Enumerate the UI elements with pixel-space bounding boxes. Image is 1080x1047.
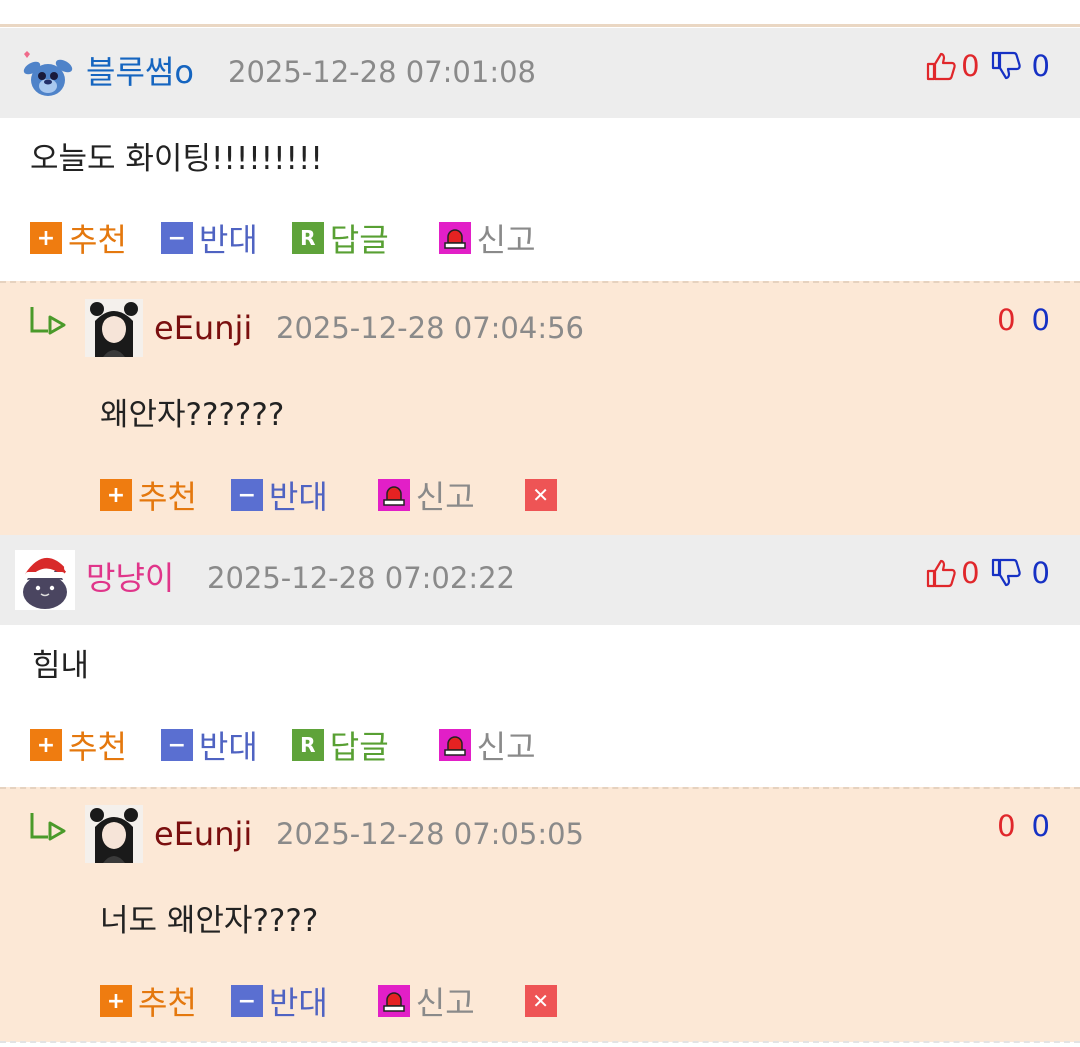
nickname[interactable]: 망냥이 (86, 558, 174, 598)
comment-date: 2025-12-28 07:04:56 (276, 311, 584, 345)
minus-icon: − (230, 479, 263, 511)
reply-block: eEunji 2025-12-28 07:05:05 00 너도 왜안자????… (0, 787, 1080, 1042)
reply-arrow-icon (28, 811, 68, 845)
delete-button[interactable]: ✕ (524, 479, 563, 511)
recommend-label: 추천 (138, 478, 197, 516)
comment-actions: + 추천 − 반대 R 답글 신고 (30, 722, 570, 768)
comment-date: 2025-12-28 07:05:05 (276, 817, 584, 851)
oppose-button[interactable]: − 반대 (230, 472, 328, 518)
recommend-label: 추천 (68, 221, 127, 259)
siren-icon (377, 479, 410, 511)
reply-block: eEunji 2025-12-28 07:04:56 00 왜안자?????? … (0, 281, 1080, 536)
oppose-button[interactable]: − 반대 (160, 215, 258, 261)
close-icon: ✕ (524, 985, 557, 1017)
oppose-label: 반대 (198, 728, 258, 766)
oppose-button[interactable]: − 반대 (230, 978, 328, 1024)
recommend-label: 추천 (68, 728, 127, 766)
plus-icon: + (100, 985, 132, 1017)
recommend-button[interactable]: + 추천 (100, 472, 197, 518)
up-count: 0 (997, 809, 1016, 843)
report-label: 신고 (415, 478, 475, 516)
thumbs-up-icon[interactable] (925, 557, 957, 589)
comment-text: 왜안자?????? (100, 397, 285, 433)
up-count: 0 (961, 556, 980, 590)
recommend-label: 추천 (138, 984, 197, 1022)
comment-text: 오늘도 화이팅!!!!!!!!! (30, 141, 323, 177)
reply-arrow-icon (28, 305, 68, 339)
comment-actions: + 추천 − 반대 신고 ✕ (100, 978, 597, 1024)
top-separator (0, 24, 1080, 27)
report-label: 신고 (476, 221, 536, 259)
comment-actions: + 추천 − 반대 R 답글 신고 (30, 215, 570, 261)
report-button[interactable]: 신고 (438, 215, 536, 261)
down-count: 0 (1031, 49, 1050, 83)
delete-button[interactable]: ✕ (524, 985, 563, 1017)
report-label: 신고 (415, 984, 475, 1022)
reply-icon: R (291, 729, 324, 761)
thumbs-down-icon[interactable] (990, 50, 1022, 82)
oppose-label: 반대 (268, 478, 328, 516)
comment-actions: + 추천 − 반대 신고 ✕ (100, 472, 597, 518)
stitch-avatar-icon[interactable] (18, 46, 76, 104)
oppose-label: 반대 (198, 221, 258, 259)
nickname[interactable]: eEunji (154, 308, 252, 348)
minus-icon: − (160, 222, 193, 254)
reply-label: 답글 (329, 728, 389, 766)
vote-summary: 00 (997, 300, 1050, 340)
comment-text: 힘내 (32, 648, 90, 684)
thumbs-down-icon[interactable] (990, 557, 1022, 589)
oppose-button[interactable]: − 반대 (160, 722, 258, 768)
minus-icon: − (160, 729, 193, 761)
recommend-button[interactable]: + 추천 (30, 215, 127, 261)
comment-text: 너도 왜안자???? (100, 903, 319, 939)
reply-button[interactable]: R 답글 (291, 722, 389, 768)
anime-girl-avatar-icon[interactable] (85, 805, 143, 863)
plus-icon: + (100, 479, 132, 511)
comment-date: 2025-12-28 07:02:22 (207, 561, 515, 595)
siren-icon (377, 985, 410, 1017)
report-label: 신고 (476, 728, 536, 766)
reply-label: 답글 (329, 221, 389, 259)
santa-cat-avatar-icon[interactable] (15, 550, 75, 610)
up-count: 0 (997, 303, 1016, 337)
close-icon: ✕ (524, 479, 557, 511)
down-count: 0 (1031, 809, 1050, 843)
comment-date: 2025-12-28 07:01:08 (228, 55, 536, 89)
oppose-label: 반대 (268, 984, 328, 1022)
thumbs-up-icon[interactable] (925, 50, 957, 82)
comment-header: 망냥이 2025-12-28 07:02:22 0 0 (0, 535, 1080, 625)
up-count: 0 (961, 49, 980, 83)
reply-icon: R (291, 222, 324, 254)
vote-summary: 00 (997, 806, 1050, 846)
anime-girl-avatar-icon[interactable] (85, 299, 143, 357)
bottom-separator (0, 1041, 1080, 1043)
siren-icon (438, 222, 471, 254)
nickname[interactable]: 블루썸o (86, 52, 194, 92)
comment-header: 블루썸o 2025-12-28 07:01:08 0 0 (0, 28, 1080, 118)
minus-icon: − (230, 985, 263, 1017)
plus-icon: + (30, 222, 62, 254)
down-count: 0 (1031, 303, 1050, 337)
recommend-button[interactable]: + 추천 (30, 722, 127, 768)
vote-summary: 0 0 (925, 553, 1050, 593)
siren-icon (438, 729, 471, 761)
report-button[interactable]: 신고 (377, 472, 475, 518)
report-button[interactable]: 신고 (438, 722, 536, 768)
reply-button[interactable]: R 답글 (291, 215, 389, 261)
down-count: 0 (1031, 556, 1050, 590)
recommend-button[interactable]: + 추천 (100, 978, 197, 1024)
vote-summary: 0 0 (925, 46, 1050, 86)
nickname[interactable]: eEunji (154, 814, 252, 854)
report-button[interactable]: 신고 (377, 978, 475, 1024)
plus-icon: + (30, 729, 62, 761)
